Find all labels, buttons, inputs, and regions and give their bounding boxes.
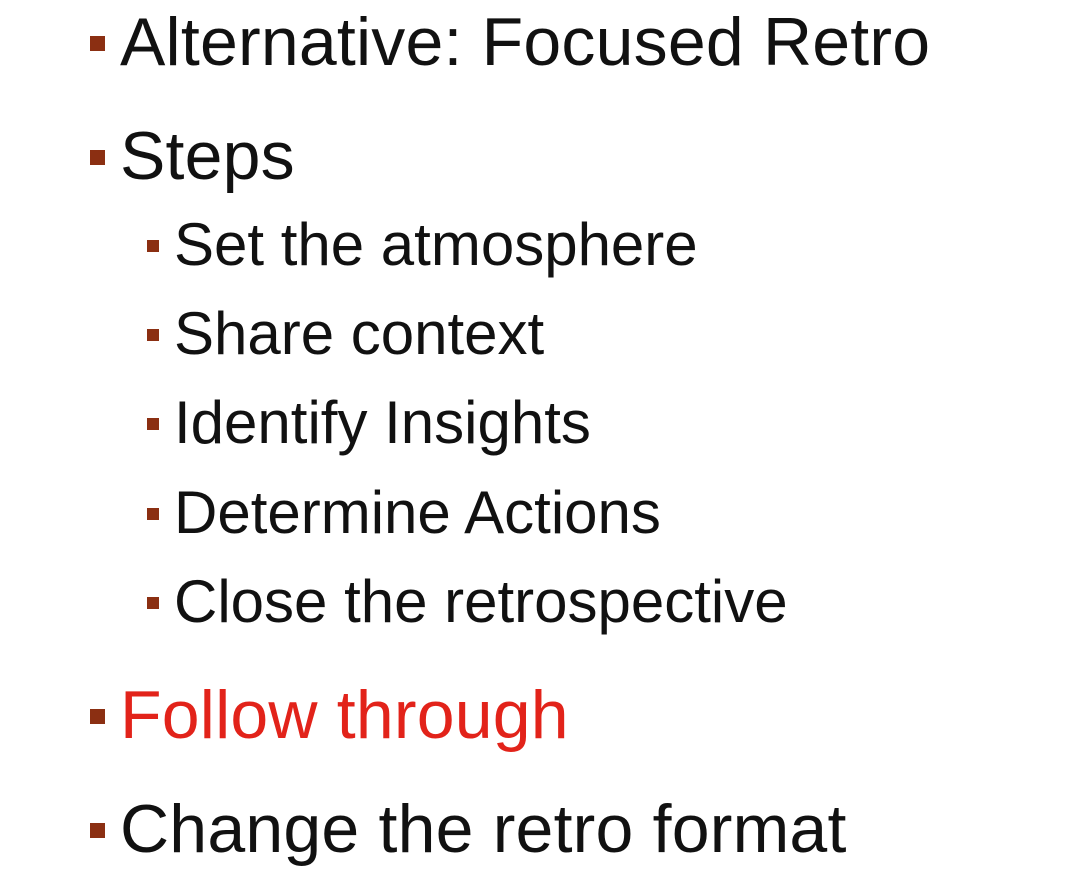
sub-bullet-text: Share context xyxy=(174,300,545,367)
bullet-text-highlighted: Follow through xyxy=(120,677,569,753)
square-bullet-icon xyxy=(147,597,159,609)
slide-content: Alternative: Focused Retro Steps Set the… xyxy=(0,0,1086,896)
square-bullet-icon xyxy=(147,508,159,520)
bullet-text: Alternative: Focused Retro xyxy=(120,4,931,80)
square-bullet-icon xyxy=(90,709,105,724)
sub-bullet-text: Determine Actions xyxy=(174,479,661,546)
square-bullet-icon xyxy=(147,418,159,430)
sub-bullet-text: Close the retrospective xyxy=(174,568,788,635)
sub-bullet-text: Set the atmosphere xyxy=(174,211,698,278)
bullet-text: Steps xyxy=(120,118,295,194)
square-bullet-icon xyxy=(90,36,105,51)
square-bullet-icon xyxy=(90,150,105,165)
bullet-text: Change the retro format xyxy=(120,791,847,867)
sub-bullet-item-determine-actions: Determine Actions xyxy=(147,479,661,546)
square-bullet-icon xyxy=(147,329,159,341)
sub-bullet-item-set-atmosphere: Set the atmosphere xyxy=(147,211,698,278)
square-bullet-icon xyxy=(90,823,105,838)
bullet-item-steps: Steps xyxy=(90,118,295,194)
sub-bullet-item-share-context: Share context xyxy=(147,300,545,367)
sub-bullet-item-identify-insights: Identify Insights xyxy=(147,389,591,456)
sub-bullet-item-close-retrospective: Close the retrospective xyxy=(147,568,788,635)
bullet-item-follow-through: Follow through xyxy=(90,677,569,753)
square-bullet-icon xyxy=(147,240,159,252)
sub-bullet-text: Identify Insights xyxy=(174,389,591,456)
bullet-item-alternative-focused-retro: Alternative: Focused Retro xyxy=(90,4,931,80)
bullet-item-change-retro-format: Change the retro format xyxy=(90,791,847,867)
